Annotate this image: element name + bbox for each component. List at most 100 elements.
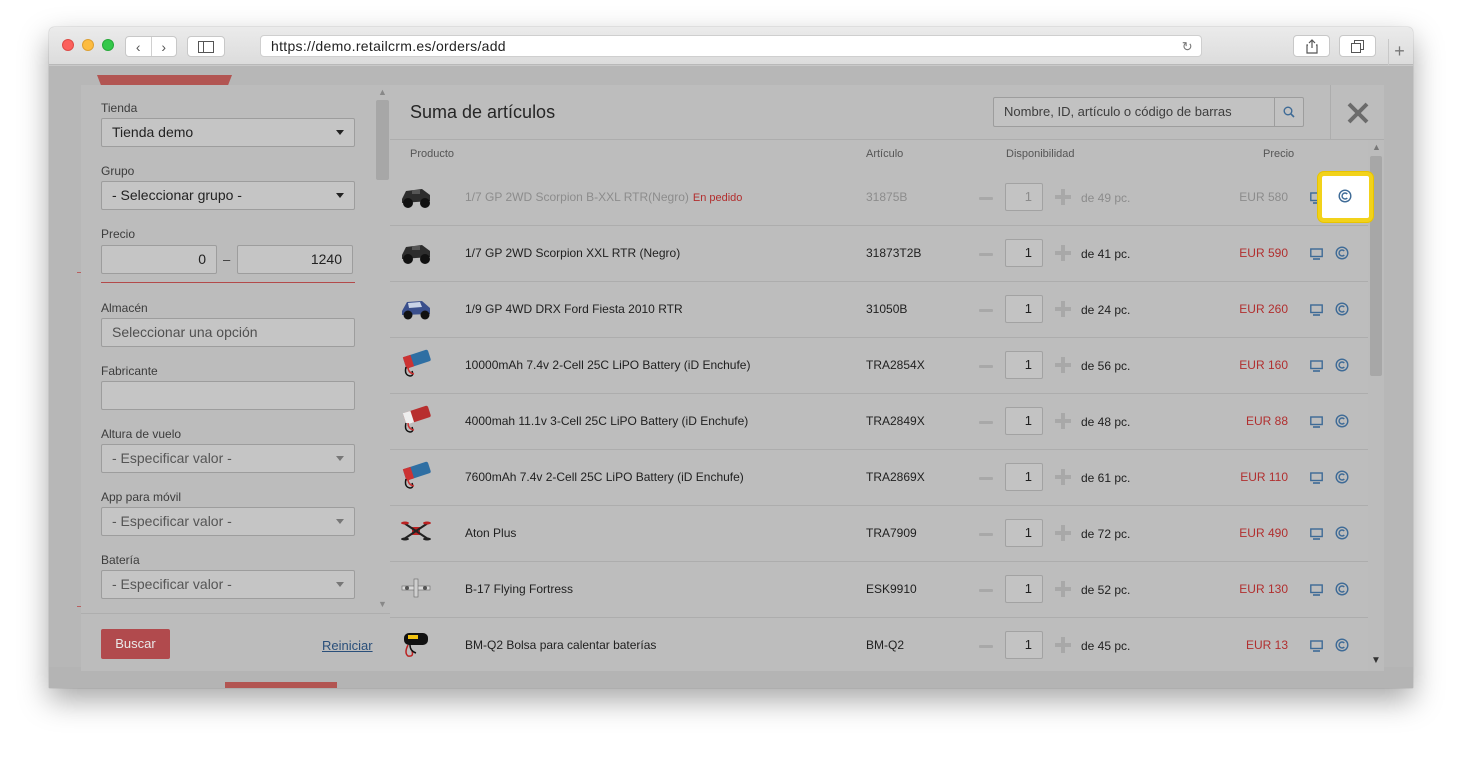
monitor-icon[interactable]	[1310, 359, 1323, 373]
product-image	[400, 293, 432, 323]
close-window-button[interactable]	[62, 39, 74, 51]
monitor-icon[interactable]	[1310, 527, 1323, 541]
quantity-input[interactable]: 1	[1005, 183, 1043, 211]
sidebar-toggle-button[interactable]	[187, 36, 225, 57]
product-name[interactable]: 4000mah 11.1v 3-Cell 25C LiPO Battery (i…	[465, 414, 748, 428]
almacen-input[interactable]: Seleccionar una opción	[101, 318, 355, 347]
reload-icon[interactable]: ↻	[1182, 37, 1193, 57]
new-tab-button[interactable]: +	[1388, 39, 1410, 65]
product-search-input[interactable]: Nombre, ID, artículo o código de barras	[993, 97, 1304, 127]
copyright-icon[interactable]	[1335, 358, 1349, 372]
increase-quantity-button[interactable]	[1055, 245, 1071, 261]
product-row[interactable]: 7600mAh 7.4v 2-Cell 25C LiPO Battery (iD…	[390, 450, 1368, 506]
scroll-down-icon[interactable]: ▼	[1368, 651, 1384, 671]
copyright-icon[interactable]	[1335, 582, 1349, 596]
close-modal-button[interactable]	[1330, 85, 1384, 140]
highlighted-copy-icon[interactable]	[1318, 172, 1373, 222]
product-name[interactable]: 10000mAh 7.4v 2-Cell 25C LiPO Battery (i…	[465, 358, 750, 372]
product-row[interactable]: Aton Plus TRA7909 1 de 72 pc. EUR 490	[390, 506, 1368, 562]
product-name[interactable]: Aton Plus	[465, 526, 516, 540]
increase-quantity-button[interactable]	[1055, 189, 1071, 205]
decrease-quantity-button[interactable]	[979, 589, 993, 592]
scroll-up-icon[interactable]: ▲	[1372, 142, 1381, 152]
quantity-input[interactable]: 1	[1005, 575, 1043, 603]
product-availability: de 48 pc.	[1081, 415, 1131, 429]
decrease-quantity-button[interactable]	[979, 421, 993, 424]
monitor-icon[interactable]	[1310, 639, 1323, 653]
decrease-quantity-button[interactable]	[979, 533, 993, 536]
scrollbar-thumb[interactable]	[376, 100, 389, 180]
increase-quantity-button[interactable]	[1055, 637, 1071, 653]
increase-quantity-button[interactable]	[1055, 357, 1071, 373]
product-name[interactable]: 1/7 GP 2WD Scorpion XXL RTR (Negro)	[465, 246, 680, 260]
quantity-input[interactable]: 1	[1005, 351, 1043, 379]
search-button[interactable]: Buscar	[101, 629, 170, 659]
decrease-quantity-button[interactable]	[979, 197, 993, 200]
decrease-quantity-button[interactable]	[979, 365, 993, 368]
share-button[interactable]	[1293, 35, 1330, 57]
monitor-icon[interactable]	[1310, 415, 1323, 429]
increase-quantity-button[interactable]	[1055, 525, 1071, 541]
scroll-up-icon[interactable]: ▲	[378, 87, 387, 97]
quantity-input[interactable]: 1	[1005, 295, 1043, 323]
minimize-window-button[interactable]	[82, 39, 94, 51]
increase-quantity-button[interactable]	[1055, 413, 1071, 429]
monitor-icon[interactable]	[1310, 583, 1323, 597]
monitor-icon[interactable]	[1310, 303, 1323, 317]
copyright-icon[interactable]	[1335, 302, 1349, 316]
altura-select[interactable]: - Especificar valor -	[101, 444, 355, 473]
product-row[interactable]: BM-Q2 Bolsa para calentar baterías BM-Q2…	[390, 618, 1368, 671]
forward-icon[interactable]: ›	[152, 37, 177, 56]
copyright-icon[interactable]	[1335, 414, 1349, 428]
increase-quantity-button[interactable]	[1055, 469, 1071, 485]
quantity-input[interactable]: 1	[1005, 631, 1043, 659]
filters-scrollbar[interactable]: ▲ ▼	[375, 85, 390, 613]
price-min-input[interactable]: 0	[101, 245, 217, 274]
copyright-icon[interactable]	[1335, 246, 1349, 260]
title-bar: ‹ › https://demo.retailcrm.es/orders/add…	[49, 27, 1413, 65]
address-bar[interactable]: https://demo.retailcrm.es/orders/add ↻	[260, 35, 1202, 57]
product-row[interactable]: 1/9 GP 4WD DRX Ford Fiesta 2010 RTR 3105…	[390, 282, 1368, 338]
fabricante-input[interactable]	[101, 381, 355, 410]
product-row[interactable]: 10000mAh 7.4v 2-Cell 25C LiPO Battery (i…	[390, 338, 1368, 394]
quantity-input[interactable]: 1	[1005, 239, 1043, 267]
product-name[interactable]: B-17 Flying Fortress	[465, 582, 573, 596]
decrease-quantity-button[interactable]	[979, 477, 993, 480]
decrease-quantity-button[interactable]	[979, 253, 993, 256]
product-name[interactable]: 1/9 GP 4WD DRX Ford Fiesta 2010 RTR	[465, 302, 683, 316]
search-submit-button[interactable]	[1274, 98, 1303, 126]
product-name[interactable]: 7600mAh 7.4v 2-Cell 25C LiPO Battery (iD…	[465, 470, 744, 484]
product-image	[400, 629, 432, 659]
chevron-down-icon	[336, 456, 344, 461]
copyright-icon[interactable]	[1335, 638, 1349, 652]
tabs-overview-button[interactable]	[1339, 35, 1376, 57]
product-row[interactable]: 4000mah 11.1v 3-Cell 25C LiPO Battery (i…	[390, 394, 1368, 450]
monitor-icon[interactable]	[1310, 471, 1323, 485]
monitor-icon[interactable]	[1310, 247, 1323, 261]
scroll-down-icon[interactable]: ▼	[378, 599, 387, 609]
quantity-input[interactable]: 1	[1005, 519, 1043, 547]
quantity-input[interactable]: 1	[1005, 407, 1043, 435]
product-row[interactable]: 1/7 GP 2WD Scorpion B-XXL RTR(Negro) En p…	[390, 170, 1368, 226]
increase-quantity-button[interactable]	[1055, 301, 1071, 317]
quantity-input[interactable]: 1	[1005, 463, 1043, 491]
app-select[interactable]: - Especificar valor -	[101, 507, 355, 536]
product-row[interactable]: 1/7 GP 2WD Scorpion XXL RTR (Negro) 3187…	[390, 226, 1368, 282]
copyright-icon[interactable]	[1335, 526, 1349, 540]
back-icon[interactable]: ‹	[126, 37, 152, 56]
product-row[interactable]: B-17 Flying Fortress ESK9910 1 de 52 pc.…	[390, 562, 1368, 618]
increase-quantity-button[interactable]	[1055, 581, 1071, 597]
product-name[interactable]: 1/7 GP 2WD Scorpion B-XXL RTR(Negro) En p…	[465, 190, 742, 204]
search-placeholder: Nombre, ID, artículo o código de barras	[1004, 104, 1232, 119]
decrease-quantity-button[interactable]	[979, 645, 993, 648]
reset-link[interactable]: Reiniciar	[322, 638, 373, 653]
product-price: EUR 130	[1239, 582, 1288, 596]
zoom-window-button[interactable]	[102, 39, 114, 51]
grupo-select[interactable]: - Seleccionar grupo -	[101, 181, 355, 210]
bateria-select[interactable]: - Especificar valor -	[101, 570, 355, 599]
product-name[interactable]: BM-Q2 Bolsa para calentar baterías	[465, 638, 656, 652]
tienda-select[interactable]: Tienda demo	[101, 118, 355, 147]
copyright-icon[interactable]	[1335, 470, 1349, 484]
price-max-input[interactable]: 1240	[237, 245, 353, 274]
decrease-quantity-button[interactable]	[979, 309, 993, 312]
